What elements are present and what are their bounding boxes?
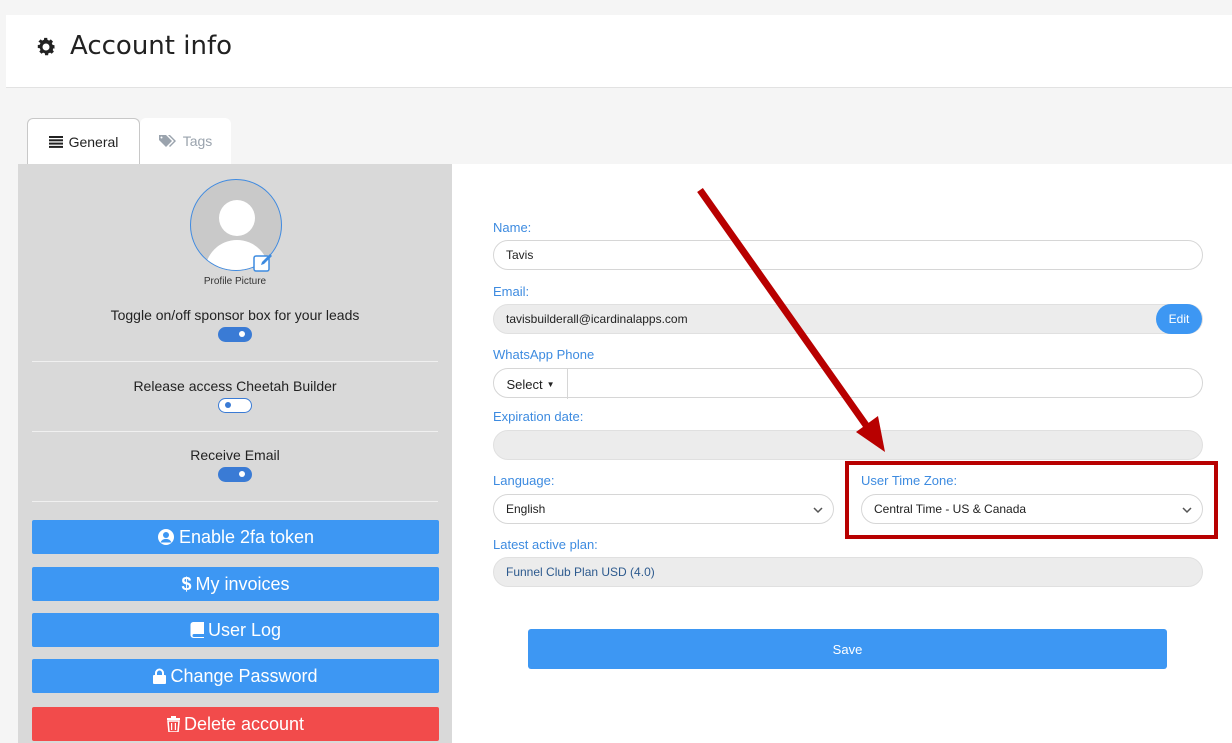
my-invoices-button[interactable]: $ My invoices	[32, 567, 439, 601]
name-label: Name:	[493, 220, 532, 235]
divider	[32, 431, 438, 432]
list-icon	[48, 135, 63, 148]
change-password-button[interactable]: Change Password	[32, 659, 439, 693]
gear-icon	[37, 37, 56, 56]
sponsor-toggle-label: Toggle on/off sponsor box for your leads	[110, 307, 360, 323]
language-value: English	[506, 502, 546, 516]
dollar-icon: $	[181, 573, 192, 594]
cheetah-toggle-block: Release access Cheetah Builder	[18, 378, 452, 416]
user-log-label: User Log	[207, 619, 282, 640]
divider	[32, 501, 438, 502]
name-value: Tavis	[506, 248, 534, 262]
country-code-label: Select	[506, 376, 543, 392]
delete-account-label: Delete account	[183, 713, 305, 734]
language-select[interactable]: English	[493, 494, 834, 524]
change-password-label: Change Password	[170, 665, 318, 686]
page-header: Account info	[6, 15, 1232, 88]
enable-2fa-button[interactable]: Enable 2fa token	[32, 520, 439, 554]
user-circle-icon	[157, 529, 174, 545]
tab-tags-label: Tags	[182, 133, 213, 149]
caret-down-icon: ▼	[546, 379, 555, 389]
email-toggle-label: Receive Email	[190, 447, 280, 463]
country-code-select[interactable]: Select ▼	[494, 369, 568, 399]
tags-icon	[158, 135, 176, 147]
email-input: tavisbuilderall@icardinalapps.com Edit	[493, 304, 1203, 334]
chevron-down-icon	[813, 507, 823, 514]
user-log-button[interactable]: User Log	[32, 613, 439, 647]
page-title: Account info	[70, 31, 233, 61]
language-label: Language:	[493, 473, 555, 488]
profile-picture-label: Profile Picture	[203, 276, 267, 287]
lock-icon	[153, 668, 167, 684]
whatsapp-input[interactable]: Select ▼	[493, 368, 1203, 399]
email-toggle[interactable]	[218, 467, 252, 482]
enable-2fa-label: Enable 2fa token	[178, 526, 315, 547]
divider	[32, 361, 438, 362]
timezone-highlight-box	[845, 461, 1218, 539]
my-invoices-label: My invoices	[195, 573, 290, 594]
book-icon	[190, 622, 204, 638]
cheetah-toggle-label: Release access Cheetah Builder	[133, 378, 337, 394]
email-toggle-block: Receive Email	[18, 447, 452, 485]
tab-tags[interactable]: Tags	[140, 118, 231, 164]
sponsor-toggle[interactable]	[218, 327, 252, 342]
trash-icon	[166, 716, 180, 732]
sponsor-toggle-block: Toggle on/off sponsor box for your leads	[18, 307, 452, 345]
profile-sidebar: Profile Picture Toggle on/off sponsor bo…	[18, 164, 452, 743]
whatsapp-label: WhatsApp Phone	[493, 347, 595, 362]
plan-value: Funnel Club Plan USD (4.0)	[506, 565, 655, 579]
name-input[interactable]: Tavis	[493, 240, 1203, 270]
delete-account-button[interactable]: Delete account	[32, 707, 439, 741]
expiration-label: Expiration date:	[493, 409, 584, 424]
edit-avatar-icon[interactable]	[253, 253, 273, 273]
plan-label: Latest active plan:	[493, 537, 598, 552]
edit-email-button[interactable]: Edit	[1156, 304, 1202, 334]
tab-general[interactable]: General	[27, 118, 140, 164]
save-button[interactable]: Save	[528, 629, 1167, 669]
plan-input: Funnel Club Plan USD (4.0)	[493, 557, 1203, 587]
account-form: Name: Tavis Email: tavisbuilderall@icard…	[452, 164, 1232, 743]
cheetah-toggle[interactable]	[218, 398, 252, 413]
expiration-input	[493, 430, 1203, 460]
email-label: Email:	[493, 284, 530, 299]
tab-general-label: General	[68, 133, 119, 150]
email-value: tavisbuilderall@icardinalapps.com	[506, 312, 688, 326]
